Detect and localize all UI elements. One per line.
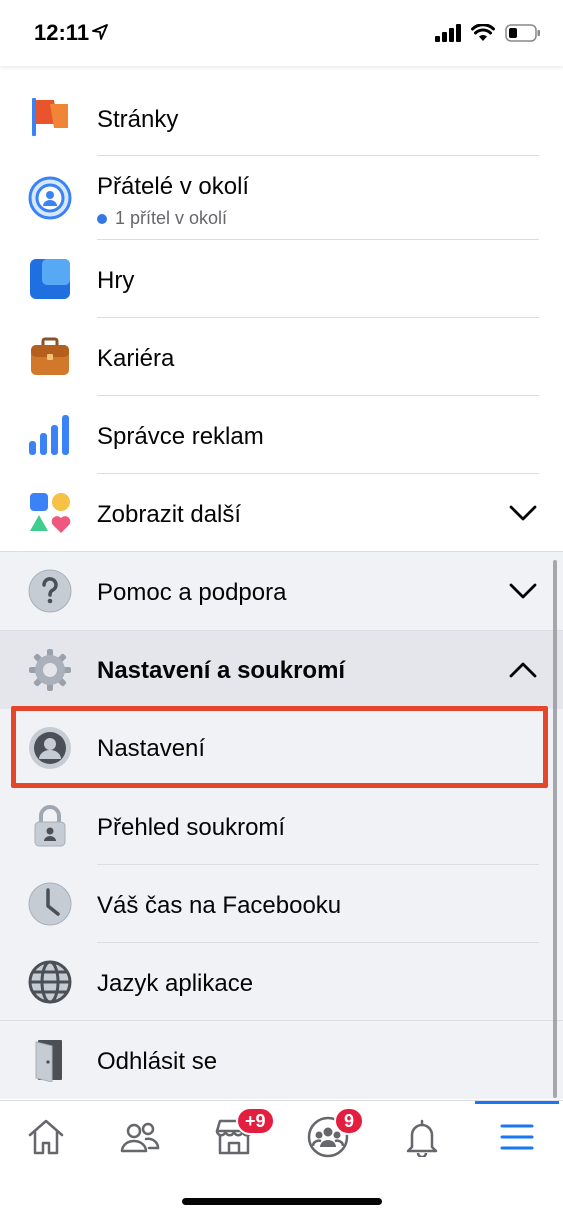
friends-icon	[120, 1122, 160, 1153]
wifi-icon	[471, 24, 495, 41]
menu-item-career[interactable]: Kariéra	[0, 318, 563, 396]
games-icon	[28, 257, 72, 301]
menu-item-label: Váš čas na Facebooku	[97, 892, 342, 919]
battery-icon	[505, 24, 540, 42]
online-dot	[97, 213, 107, 224]
menu-item-label: Nastavení a soukromí	[97, 657, 346, 684]
highlight-box	[11, 706, 548, 788]
menu-item-label: Správce reklam	[97, 423, 264, 450]
hamburger-menu-icon	[500, 1124, 534, 1150]
menu-item-label: Stránky	[97, 106, 179, 133]
bell-icon	[406, 1119, 438, 1157]
tab-home[interactable]	[24, 1115, 68, 1159]
menu-list: Stránky Přátelé v okolí 1 přítel v okolí…	[0, 66, 563, 1099]
menu-item-your-time[interactable]: Váš čas na Facebooku	[0, 865, 563, 943]
marketplace-badge: +9	[236, 1107, 275, 1135]
status-time: 12:11	[34, 20, 90, 45]
menu-item-settings-privacy[interactable]: Nastavení a soukromí	[0, 631, 563, 709]
nearby-friends-icon	[28, 176, 72, 220]
ads-manager-icon	[28, 413, 72, 457]
pages-flag-icon	[28, 94, 72, 138]
menu-item-games[interactable]: Hry	[0, 240, 563, 318]
scrollbar[interactable]	[553, 560, 557, 1098]
menu-item-label: Přehled soukromí	[97, 814, 286, 841]
menu-item-help-support[interactable]: Pomoc a podpora	[0, 552, 563, 631]
nearby-friends-subtitle: 1 přítel v okolí	[97, 208, 227, 229]
menu-item-label: Kariéra	[97, 345, 175, 372]
see-more-shapes-icon	[28, 491, 72, 535]
menu-item-label: Pomoc a podpora	[97, 579, 287, 606]
active-tab-indicator	[475, 1101, 559, 1104]
gear-icon	[28, 648, 72, 692]
tab-friends[interactable]	[118, 1115, 162, 1159]
status-bar: 12:11	[0, 0, 563, 66]
globe-icon	[28, 960, 72, 1004]
menu-item-pages[interactable]: Stránky	[0, 66, 563, 156]
home-icon	[28, 1119, 64, 1155]
question-icon	[28, 569, 72, 613]
tab-notifications[interactable]	[400, 1115, 444, 1159]
signal-icon	[435, 24, 461, 42]
menu-item-see-more[interactable]: Zobrazit další	[0, 474, 563, 552]
briefcase-icon	[28, 335, 72, 379]
menu-item-label: Zobrazit další	[97, 501, 242, 528]
clock-icon	[28, 882, 72, 926]
door-icon	[28, 1038, 72, 1082]
menu-item-label: Odhlásit se	[97, 1048, 218, 1075]
menu-item-app-language[interactable]: Jazyk aplikace	[0, 943, 563, 1021]
menu-item-ads-manager[interactable]: Správce reklam	[0, 396, 563, 474]
status-icons	[435, 24, 541, 42]
chevron-down-icon[interactable]	[509, 504, 537, 522]
chevron-down-icon[interactable]	[509, 582, 537, 600]
menu-item-logout[interactable]: Odhlásit se	[0, 1021, 563, 1099]
menu-item-nearby-friends[interactable]: Přátelé v okolí 1 přítel v okolí	[0, 156, 563, 240]
menu-item-privacy-checkup[interactable]: Přehled soukromí	[0, 787, 563, 865]
menu-item-label: Jazyk aplikace	[97, 970, 254, 997]
tab-menu[interactable]	[495, 1115, 539, 1159]
menu-item-label: Hry	[97, 267, 135, 294]
groups-badge: 9	[334, 1107, 364, 1135]
home-indicator	[182, 1198, 382, 1205]
chevron-up-icon[interactable]	[509, 661, 537, 679]
nearby-friends-count: 1 přítel v okolí	[115, 208, 228, 228]
lock-icon	[28, 803, 72, 847]
location-arrow-icon	[92, 24, 108, 40]
menu-item-label: Přátelé v okolí	[97, 173, 250, 200]
